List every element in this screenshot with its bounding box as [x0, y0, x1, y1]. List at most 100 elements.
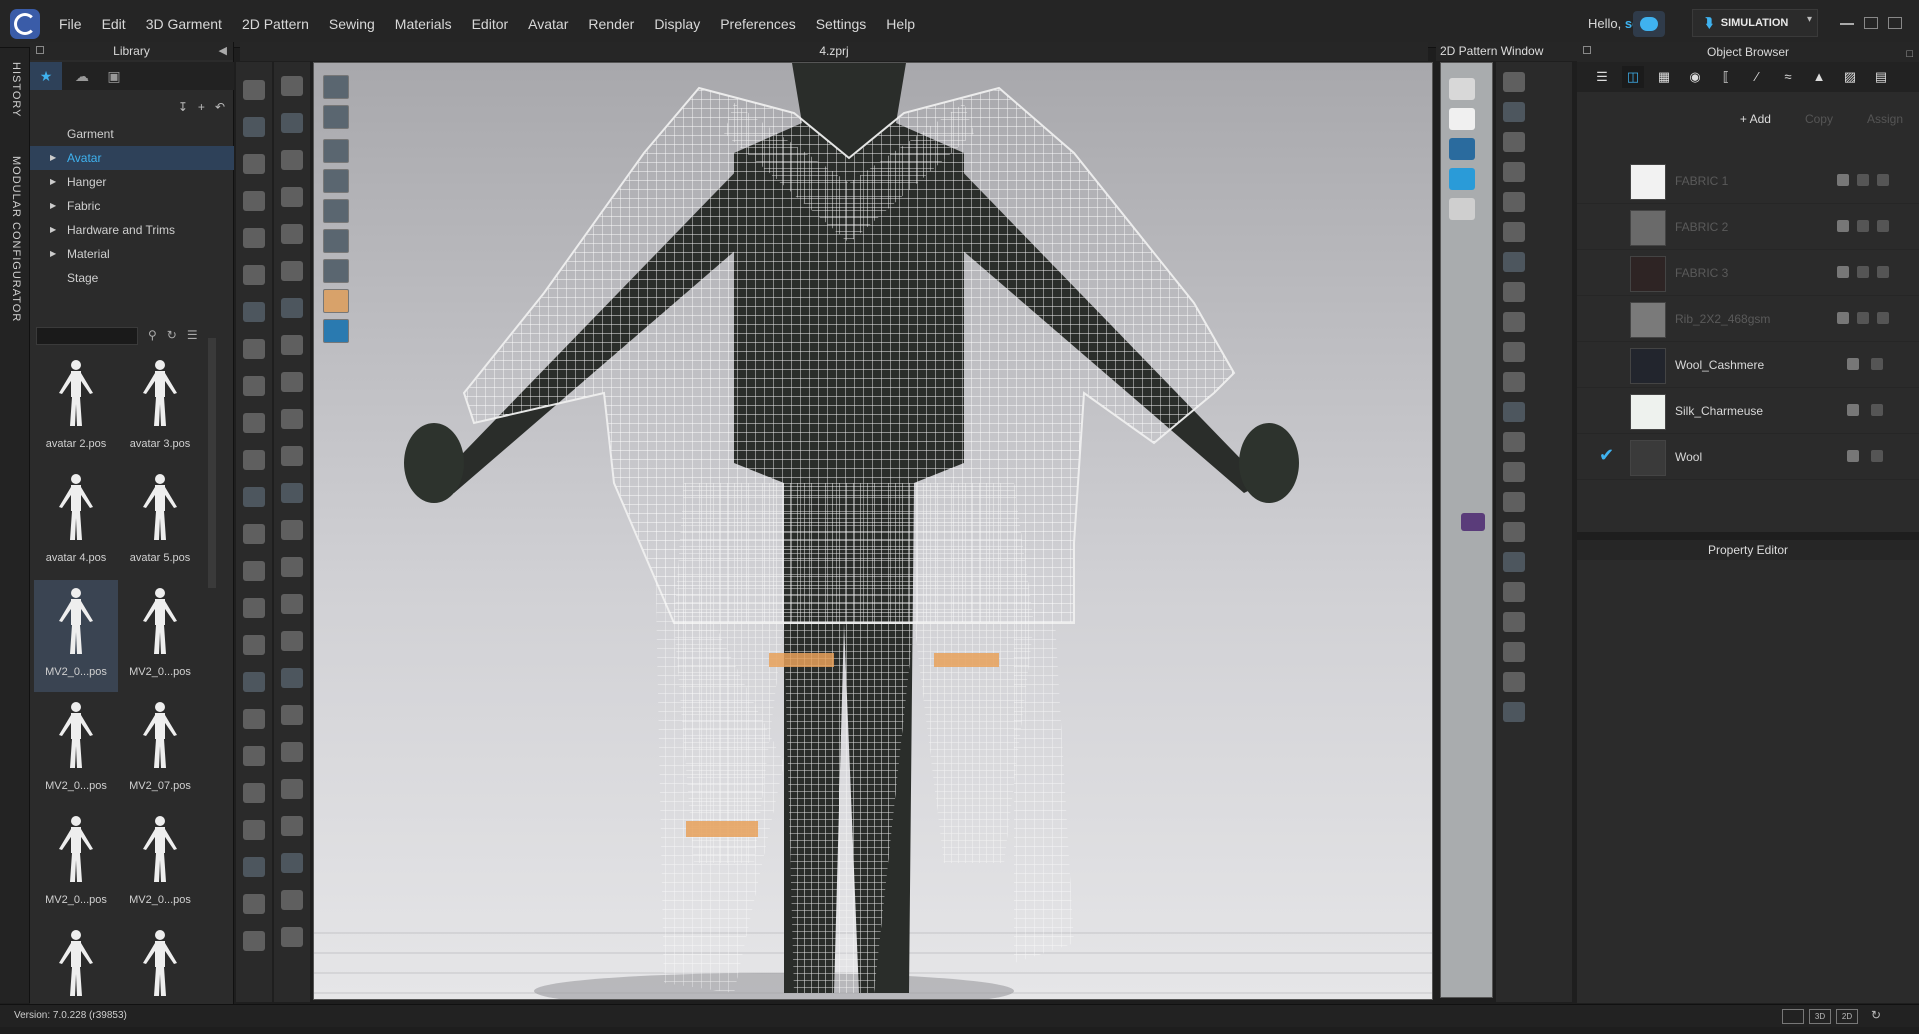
fabric-duplicate-icon[interactable]: [1857, 312, 1869, 324]
popout-icon[interactable]: [1583, 46, 1591, 54]
tool-icon[interactable]: [243, 524, 265, 544]
tool-icon[interactable]: [1503, 342, 1525, 362]
menu-3d-garment[interactable]: 3D Garment: [146, 16, 222, 32]
tool-icon[interactable]: [243, 783, 265, 803]
zipper-tab-icon[interactable]: ≈: [1777, 66, 1799, 88]
popout-right-icon[interactable]: □: [1906, 44, 1913, 64]
menu-2d-pattern[interactable]: 2D Pattern: [242, 16, 309, 32]
tree-item-avatar[interactable]: ▶ Avatar: [30, 146, 234, 170]
tool-icon[interactable]: [281, 779, 303, 799]
tool-icon[interactable]: [1503, 102, 1525, 122]
fabric-delete-icon[interactable]: [1877, 312, 1889, 324]
tool-icon[interactable]: [243, 598, 265, 618]
tool-icon[interactable]: [281, 483, 303, 503]
tool-icon[interactable]: [1503, 432, 1525, 452]
button-tab-icon[interactable]: ◉: [1684, 66, 1706, 88]
fabric-duplicate-icon[interactable]: [1871, 358, 1883, 370]
tool-icon[interactable]: [1503, 132, 1525, 152]
tool-icon[interactable]: [243, 487, 265, 507]
fabric-property-icon[interactable]: [1847, 450, 1859, 462]
tool-icon[interactable]: [243, 672, 265, 692]
expand-arrow-icon[interactable]: ▶: [50, 194, 56, 218]
fabric-row[interactable]: Rib_2X2_468gsm: [1577, 297, 1919, 342]
tool-icon[interactable]: [243, 339, 265, 359]
texture-icon[interactable]: [323, 229, 349, 253]
tree-item-stage[interactable]: Stage: [30, 266, 234, 290]
tool-icon[interactable]: [281, 816, 303, 836]
expand-arrow-icon[interactable]: ▶: [50, 170, 56, 194]
tool-icon[interactable]: [1503, 402, 1525, 422]
buttonhole-tab-icon[interactable]: ⟦: [1715, 66, 1737, 88]
trim-tab-icon[interactable]: ▨: [1839, 66, 1861, 88]
tool-icon[interactable]: [243, 635, 265, 655]
tool-icon[interactable]: [243, 894, 265, 914]
menu-editor[interactable]: Editor: [472, 16, 509, 32]
fabric-display-icon[interactable]: [323, 139, 349, 163]
shirt-tool-icon[interactable]: [1449, 108, 1475, 130]
close-icon[interactable]: [1888, 17, 1902, 29]
tool-icon[interactable]: [243, 857, 265, 877]
menu-sewing[interactable]: Sewing: [329, 16, 375, 32]
fabric-property-icon[interactable]: [1837, 266, 1849, 278]
fabric-row[interactable]: Silk_Charmeuse: [1577, 389, 1919, 434]
tool-icon[interactable]: [281, 187, 303, 207]
tool-icon[interactable]: [243, 80, 265, 100]
add-fabric-button[interactable]: + Add: [1723, 108, 1787, 130]
library-search-input[interactable]: [36, 327, 138, 345]
menu-display[interactable]: Display: [654, 16, 700, 32]
avatar-thumbnail[interactable]: MV2_07.pos: [118, 694, 202, 806]
graphic-tab-icon[interactable]: ▲: [1808, 66, 1830, 88]
3d-view-button[interactable]: 3D: [1809, 1009, 1831, 1024]
refresh-icon[interactable]: ↻: [167, 328, 177, 342]
back-icon[interactable]: ↶: [215, 100, 225, 114]
fabric-property-icon[interactable]: [1837, 174, 1849, 186]
fabric-duplicate-icon[interactable]: [1857, 266, 1869, 278]
measure-tab-icon[interactable]: ▤: [1870, 66, 1892, 88]
fabric-delete-icon[interactable]: [1877, 174, 1889, 186]
menu-edit[interactable]: Edit: [102, 16, 126, 32]
tool-icon[interactable]: [281, 927, 303, 947]
menu-settings[interactable]: Settings: [816, 16, 867, 32]
tool-icon[interactable]: [281, 520, 303, 540]
list-icon[interactable]: ☰: [1591, 66, 1613, 88]
tool-icon[interactable]: [243, 561, 265, 581]
favorites-tab-icon[interactable]: ★: [30, 62, 62, 90]
3d-viewport[interactable]: [313, 62, 1433, 1000]
search-icon[interactable]: ⚲: [148, 328, 157, 342]
tool-icon[interactable]: [281, 372, 303, 392]
tree-item-hardware-and-trims[interactable]: ▶ Hardware and Trims: [30, 218, 234, 242]
2d-pattern-window[interactable]: [1440, 62, 1493, 998]
menu-help[interactable]: Help: [886, 16, 915, 32]
tool-icon[interactable]: [1503, 492, 1525, 512]
folder-tab-icon[interactable]: ▣: [98, 62, 130, 90]
menu-materials[interactable]: Materials: [395, 16, 452, 32]
cloud-library-tab-icon[interactable]: ☁: [66, 62, 98, 90]
copy-fabric-button[interactable]: Copy: [1788, 108, 1849, 130]
tool-icon[interactable]: [243, 302, 265, 322]
tool-icon[interactable]: [281, 113, 303, 133]
tool-icon[interactable]: [243, 228, 265, 248]
mode-dropdown-icon[interactable]: ▾: [1807, 14, 1812, 25]
fabric-tool-icon[interactable]: [1449, 168, 1475, 190]
fabric-row[interactable]: FABRIC 3: [1577, 251, 1919, 296]
menu-preferences[interactable]: Preferences: [720, 16, 795, 32]
avatar-thumbnail[interactable]: MV2_0...pos: [118, 580, 202, 692]
menu-avatar[interactable]: Avatar: [528, 16, 568, 32]
fabric-property-icon[interactable]: [1837, 312, 1849, 324]
fabric-row[interactable]: Wool_Cashmere: [1577, 343, 1919, 388]
menu-render[interactable]: Render: [588, 16, 634, 32]
tab-history[interactable]: HISTORY: [10, 62, 22, 118]
fabric-property-icon[interactable]: [1847, 358, 1859, 370]
fabric-row[interactable]: FABRIC 1: [1577, 159, 1919, 204]
fabric-property-icon[interactable]: [1847, 404, 1859, 416]
shading-icon[interactable]: [323, 259, 349, 283]
avatar-display-icon[interactable]: [323, 75, 349, 99]
add-icon[interactable]: +: [198, 100, 205, 114]
tool-icon[interactable]: [243, 117, 265, 137]
tool-icon[interactable]: [243, 820, 265, 840]
texture-tab-icon[interactable]: ▦: [1653, 66, 1675, 88]
tree-item-material[interactable]: ▶ Material: [30, 242, 234, 266]
minimize-icon[interactable]: [1840, 17, 1854, 25]
avatar-thumbnail[interactable]: MV2_0...pos: [34, 580, 118, 692]
mesh-display-icon[interactable]: [323, 169, 349, 193]
